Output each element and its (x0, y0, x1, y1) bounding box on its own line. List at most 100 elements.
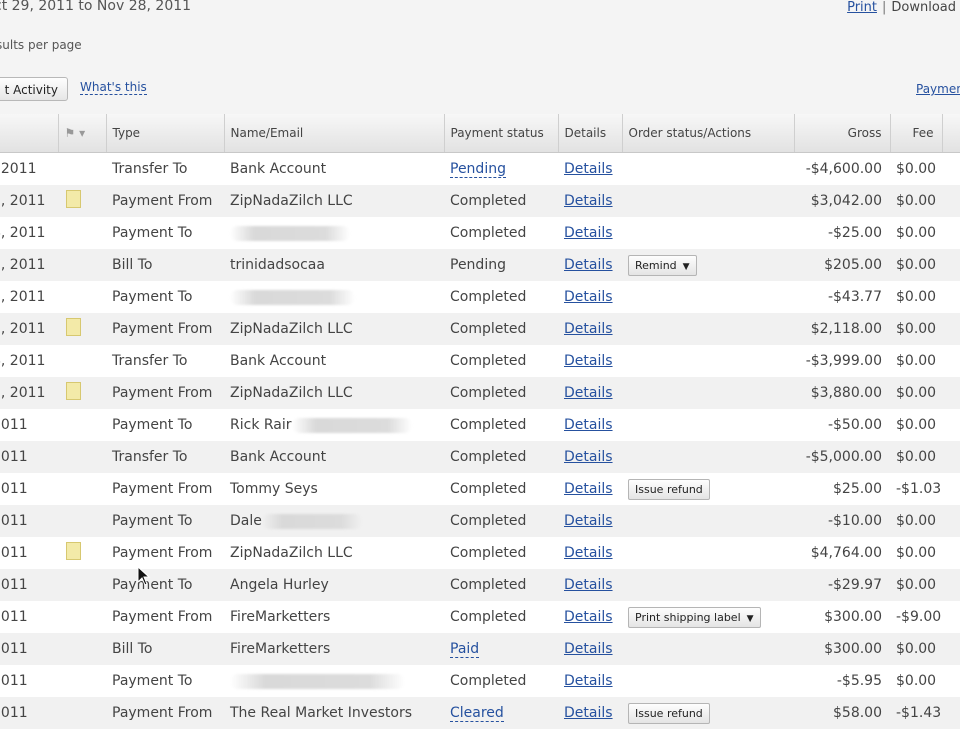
column-header-gross[interactable]: Gross (794, 114, 890, 153)
note-icon[interactable] (66, 542, 81, 560)
table-row[interactable]: 4, 2011Payment ToCompletedDetails-$25.00… (0, 217, 960, 249)
date-text: 2011 (0, 577, 28, 593)
download-link[interactable]: Download (891, 0, 956, 15)
cell-note (58, 569, 106, 601)
details-link[interactable]: Details (564, 161, 613, 177)
note-icon[interactable] (66, 190, 81, 208)
details-link[interactable]: Details (564, 353, 613, 369)
details-link[interactable]: Details (564, 673, 613, 689)
details-link[interactable]: Details (564, 545, 613, 561)
payment-status-text: Completed (450, 513, 526, 529)
table-row[interactable]: 2011Payment ToDaleCompletedDetails-$10.0… (0, 505, 960, 537)
flag-sort-icon[interactable]: ⚑ ▾ (65, 126, 86, 140)
table-row[interactable]: 5, 2011Payment FromZipNadaZilch LLCCompl… (0, 185, 960, 217)
order-action-button[interactable]: Remind▼ (628, 255, 697, 276)
cell-order-action: Issue refund (622, 697, 794, 729)
cell-note (58, 441, 106, 473)
link-separator: | (882, 0, 886, 15)
cell-note (58, 633, 106, 665)
column-header-payment-status[interactable]: Payment status (444, 114, 558, 153)
details-link[interactable]: Details (564, 513, 613, 529)
order-action-button[interactable]: Issue refund (628, 703, 710, 724)
table-row[interactable]: 2011Payment FromZipNadaZilch LLCComplete… (0, 537, 960, 569)
cell-date: 2011 (0, 569, 58, 601)
cell-details: Details (558, 217, 622, 249)
details-link[interactable]: Details (564, 225, 613, 241)
cell-fee: $0.00 (890, 537, 942, 569)
page-header: ct 29, 2011 to Nov 28, 2011 Print|Downlo… (0, 0, 960, 22)
cell-fee: $0.00 (890, 185, 942, 217)
table-row[interactable]: 5, 2011Payment FromZipNadaZilch LLCCompl… (0, 377, 960, 409)
table-row[interactable]: 4, 2011Transfer ToBank AccountCompletedD… (0, 345, 960, 377)
column-header-name[interactable]: Name/Email (224, 114, 444, 153)
column-header-type[interactable]: Type (106, 114, 224, 153)
name-text: Rick Rair (230, 417, 292, 433)
column-header-date[interactable] (0, 114, 58, 153)
cell-payment-status: Completed (444, 537, 558, 569)
cell-note (58, 537, 106, 569)
redacted-name (292, 418, 412, 433)
details-link[interactable]: Details (564, 481, 613, 497)
payment-link[interactable]: Paymen (916, 82, 960, 96)
note-icon[interactable] (66, 318, 81, 336)
order-action-label: Issue refund (635, 483, 703, 496)
column-header-fee[interactable]: Fee (890, 114, 942, 153)
details-link[interactable]: Details (564, 705, 613, 721)
print-link[interactable]: Print (847, 0, 877, 15)
details-link[interactable]: Details (564, 449, 613, 465)
cell-name: Bank Account (224, 153, 444, 186)
cell-fee: $0.00 (890, 569, 942, 601)
column-header-flag[interactable]: ⚑ ▾ (58, 114, 106, 153)
order-action-button[interactable]: Issue refund (628, 479, 710, 500)
cell-type: Payment From (106, 537, 224, 569)
cell-note (58, 281, 106, 313)
payment-status-text[interactable]: Pending (450, 161, 506, 178)
details-link[interactable]: Details (564, 385, 613, 401)
cell-payment-status: Completed (444, 441, 558, 473)
payment-status-text: Completed (450, 353, 526, 369)
cell-gross: $300.00 (794, 633, 890, 665)
cell-name: Bank Account (224, 441, 444, 473)
cell-type: Transfer To (106, 441, 224, 473)
date-text: 2011 (0, 705, 28, 721)
table-row[interactable]: 2, 2011Bill TotrinidadsocaaPendingDetail… (0, 249, 960, 281)
redacted-name (230, 674, 405, 689)
table-row[interactable]: 2011Payment ToRick RairCompletedDetails-… (0, 409, 960, 441)
export-activity-button[interactable]: t Activity (0, 77, 68, 101)
order-action-button[interactable]: Print shipping label▼ (628, 607, 761, 628)
payment-status-text[interactable]: Paid (450, 641, 479, 658)
cell-order-action (622, 505, 794, 537)
details-link[interactable]: Details (564, 289, 613, 305)
details-link[interactable]: Details (564, 321, 613, 337)
cell-details: Details (558, 665, 622, 697)
column-header-extra (942, 114, 960, 153)
cell-gross: -$25.00 (794, 217, 890, 249)
details-link[interactable]: Details (564, 257, 613, 273)
table-row[interactable]: 2011Payment ToCompletedDetails-$5.95$0.0… (0, 665, 960, 697)
table-row[interactable]: 2, 2011Payment ToCompletedDetails-$43.77… (0, 281, 960, 313)
table-row[interactable]: 9, 2011Payment FromZipNadaZilch LLCCompl… (0, 313, 960, 345)
cell-extra (942, 409, 960, 441)
cell-extra (942, 249, 960, 281)
cell-order-action (622, 185, 794, 217)
table-row[interactable]: , 2011Transfer ToBank AccountPendingDeta… (0, 153, 960, 186)
whats-this-link[interactable]: What's this (80, 80, 147, 95)
payment-status-text[interactable]: Cleared (450, 705, 504, 722)
table-row[interactable]: 2011Payment FromTommy SeysCompletedDetai… (0, 473, 960, 505)
cell-payment-status: Completed (444, 665, 558, 697)
details-link[interactable]: Details (564, 577, 613, 593)
cell-payment-status: Completed (444, 377, 558, 409)
cell-gross: -$10.00 (794, 505, 890, 537)
cell-type: Payment From (106, 601, 224, 633)
details-link[interactable]: Details (564, 417, 613, 433)
date-text: 2011 (0, 481, 28, 497)
table-row[interactable]: 2011Payment FromFireMarkettersCompletedD… (0, 601, 960, 633)
details-link[interactable]: Details (564, 193, 613, 209)
table-row[interactable]: 2011Transfer ToBank AccountCompletedDeta… (0, 441, 960, 473)
cell-payment-status: Completed (444, 217, 558, 249)
table-row[interactable]: 2011Payment FromThe Real Market Investor… (0, 697, 960, 729)
details-link[interactable]: Details (564, 609, 613, 625)
details-link[interactable]: Details (564, 641, 613, 657)
table-row[interactable]: 2011Bill ToFireMarkettersPaidDetails$300… (0, 633, 960, 665)
note-icon[interactable] (66, 382, 81, 400)
